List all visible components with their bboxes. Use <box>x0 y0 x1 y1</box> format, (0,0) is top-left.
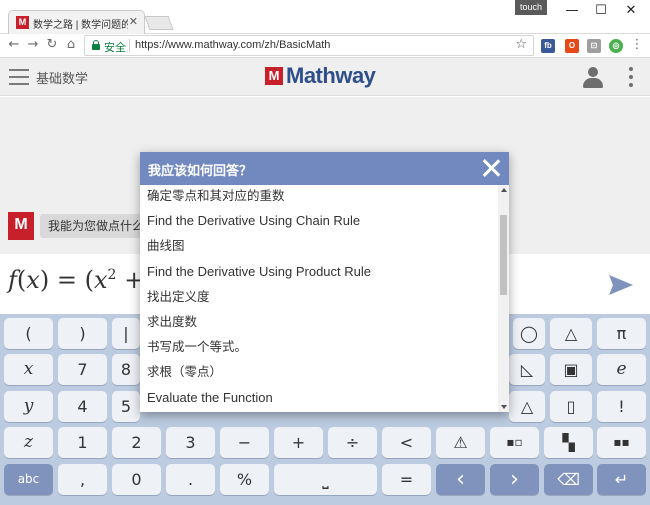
key-open-paren[interactable]: ( <box>4 318 53 349</box>
key-8[interactable]: 8 <box>112 354 140 385</box>
option-item[interactable]: 书写成一个等式。 <box>140 336 498 361</box>
option-item[interactable]: 求根（零点） <box>140 361 498 386</box>
option-item[interactable]: Evaluate the Function <box>140 387 498 412</box>
dialog-scrollbar[interactable] <box>498 185 509 412</box>
key-1[interactable]: 1 <box>58 427 107 458</box>
key-0[interactable]: 0 <box>112 464 161 495</box>
mathway-logo-text: Mathway <box>286 63 376 88</box>
minimize-button[interactable]: — <box>559 2 585 20</box>
key-4[interactable]: 4 <box>58 391 107 422</box>
bot-avatar-icon: M <box>8 212 34 240</box>
back-icon[interactable]: ← <box>5 36 23 54</box>
app-menu-icon[interactable] <box>628 67 634 87</box>
key-cube-icon[interactable]: ▣ <box>550 354 592 385</box>
key-e[interactable]: e <box>597 354 646 385</box>
scrollbar-thumb[interactable] <box>500 215 507 295</box>
scroll-up-icon[interactable] <box>501 188 507 192</box>
key-triangle-icon[interactable]: △ <box>550 318 592 349</box>
new-tab-button[interactable] <box>144 16 174 30</box>
key-minus[interactable]: − <box>220 427 269 458</box>
mathway-logo-icon: M <box>265 67 283 85</box>
option-item[interactable]: 确定零点和其对应的重数 <box>140 185 498 210</box>
bot-message-bubble: 我能为您做点什么 <box>40 214 153 238</box>
key-equals[interactable]: = <box>382 464 431 495</box>
tab-close-icon[interactable]: ✕ <box>129 15 138 28</box>
key-less-than[interactable]: < <box>382 427 431 458</box>
key-abc[interactable]: abc <box>4 464 53 495</box>
key-z[interactable]: z <box>4 427 53 458</box>
chrome-menu-icon[interactable]: ⋮ <box>628 36 646 54</box>
sync-extension-icon[interactable]: ⊡ <box>587 39 601 53</box>
key-matrix-icon[interactable]: ▚ <box>544 427 593 458</box>
key-comma[interactable]: , <box>58 464 107 495</box>
home-icon[interactable]: ⌂ <box>62 36 80 54</box>
close-dialog-icon[interactable] <box>481 158 501 178</box>
tab-title: 数学之路 | 数学问题的解 <box>33 20 128 31</box>
option-item[interactable]: 找出定义度 <box>140 286 498 311</box>
browser-tab[interactable]: M 数学之路 | 数学问题的解 ✕ <box>8 10 145 34</box>
facebook-extension-icon[interactable]: fb <box>541 39 555 53</box>
mathway-favicon-icon: M <box>16 16 29 29</box>
answer-options-list: 确定零点和其对应的重数 Find the Derivative Using Ch… <box>140 185 498 412</box>
key-plus[interactable]: + <box>274 427 323 458</box>
send-icon[interactable] <box>608 274 634 296</box>
key-divide[interactable]: ÷ <box>328 427 377 458</box>
key-3[interactable]: 3 <box>166 427 215 458</box>
key-percent[interactable]: % <box>220 464 269 495</box>
key-x[interactable]: x <box>4 354 53 385</box>
key-sci-notation-icon[interactable]: ▪▫ <box>490 427 539 458</box>
key-5[interactable]: 5 <box>112 391 140 422</box>
chrome-extension-icon[interactable]: ◎ <box>609 39 623 53</box>
office-extension-icon[interactable]: O <box>565 39 579 53</box>
key-factorial[interactable]: ! <box>597 391 646 422</box>
option-item[interactable]: Find the Derivative Using Product Rule <box>140 261 498 286</box>
key-circle[interactable]: ◯ <box>513 318 545 349</box>
secure-label: 安全 <box>104 42 126 54</box>
key-triangle-b-icon[interactable]: △ <box>509 391 545 422</box>
key-shape-a[interactable]: ◺ <box>509 354 545 385</box>
lock-icon <box>92 40 100 50</box>
reload-icon[interactable]: ↻ <box>43 36 61 54</box>
touch-mode-label: touch <box>515 0 547 15</box>
address-bar[interactable]: 安全 https://www.mathway.com/zh/BasicMath … <box>84 35 534 56</box>
key-cylinder-icon[interactable]: ▯ <box>550 391 592 422</box>
key-right-arrow-icon[interactable]: › <box>490 464 539 495</box>
dialog-title: 我应该如何回答？ <box>148 164 253 179</box>
option-item[interactable]: 曲线图 <box>140 235 498 260</box>
url-text[interactable]: https://www.mathway.com/zh/BasicMath <box>135 39 330 51</box>
maximize-button[interactable]: ☐ <box>588 2 614 20</box>
key-close-paren[interactable]: ) <box>58 318 107 349</box>
app-header: 基础数学 M Mathway <box>0 58 650 96</box>
key-y[interactable]: y <box>4 391 53 422</box>
url-separator <box>129 39 130 52</box>
key-enter-icon[interactable]: ↵ <box>597 464 646 495</box>
browser-titlebar: M 数学之路 | 数学问题的解 ✕ touch — ☐ ✕ <box>0 0 650 34</box>
key-7[interactable]: 7 <box>58 354 107 385</box>
option-item[interactable]: Find the Derivative Using Chain Rule <box>140 210 498 235</box>
browser-toolbar: ← → ↻ ⌂ 安全 https://www.mathway.com/zh/Ba… <box>0 34 650 58</box>
key-backspace-icon[interactable]: ⌫ <box>544 464 593 495</box>
key-abs[interactable]: | <box>112 318 140 349</box>
key-left-arrow-icon[interactable]: ‹ <box>436 464 485 495</box>
forward-icon[interactable]: → <box>24 36 42 54</box>
key-warning-triangle-icon[interactable]: ⚠ <box>436 427 485 458</box>
key-decimal[interactable]: . <box>166 464 215 495</box>
option-item[interactable]: 求出度数 <box>140 311 498 336</box>
key-space[interactable]: ⎵ <box>274 464 377 495</box>
scroll-down-icon[interactable] <box>501 405 507 409</box>
dialog-header: 我应该如何回答？ <box>140 152 509 185</box>
math-expression[interactable]: f(x) = (x2 + <box>8 266 144 294</box>
key-pi[interactable]: π <box>597 318 646 349</box>
key-row-vector-icon[interactable]: ▪▪ <box>597 427 646 458</box>
subject-title[interactable]: 基础数学 <box>36 68 88 87</box>
key-2[interactable]: 2 <box>112 427 161 458</box>
bookmark-star-icon[interactable]: ☆ <box>515 37 527 52</box>
close-window-button[interactable]: ✕ <box>618 2 644 20</box>
hamburger-menu-icon[interactable] <box>9 69 29 85</box>
user-account-icon[interactable] <box>582 67 604 89</box>
answer-options-dialog: 我应该如何回答？ 确定零点和其对应的重数 Find the Derivative… <box>140 152 509 412</box>
